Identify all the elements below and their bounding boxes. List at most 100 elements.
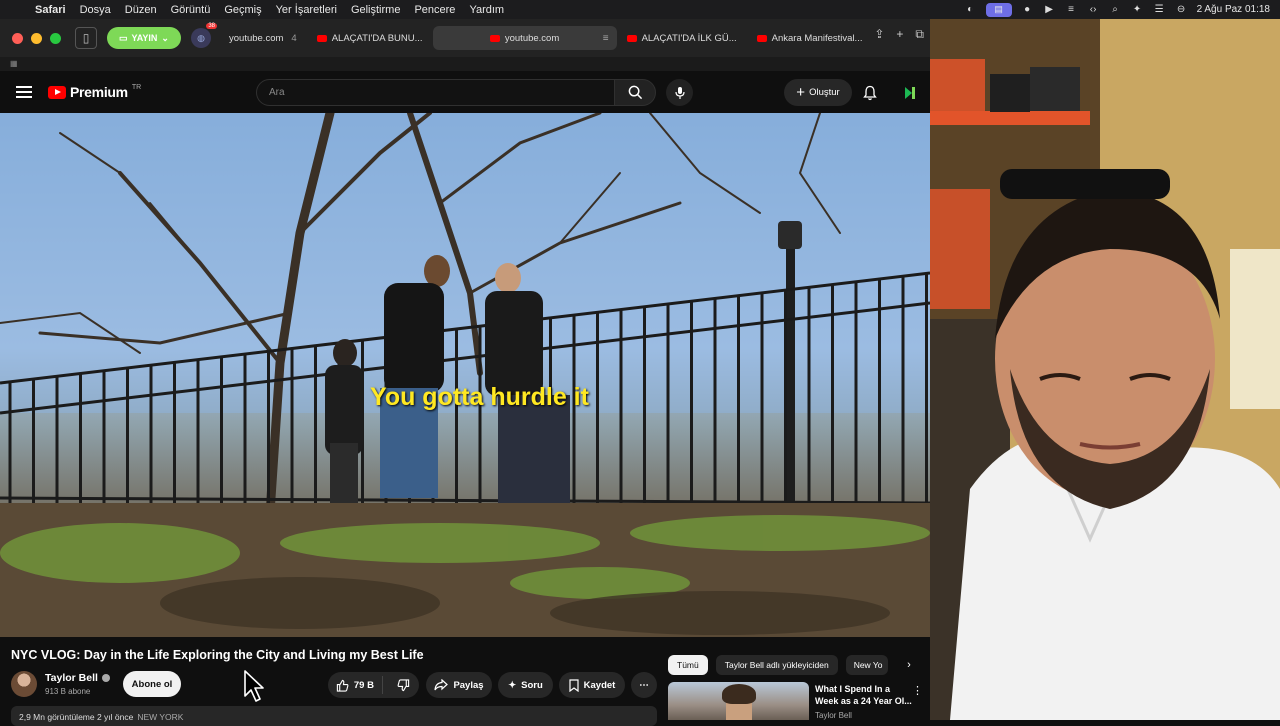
youtube-header: Premium TR Ara + Oluştur bbox=[0, 71, 930, 113]
webcam-scene bbox=[930, 19, 1280, 720]
video-caption: You gotta hurdle it bbox=[370, 383, 589, 411]
create-label: Oluştur bbox=[809, 87, 840, 98]
webcam-overlay bbox=[930, 19, 1280, 720]
recommended-more-icon[interactable]: ⋮ bbox=[912, 684, 923, 697]
search-button[interactable] bbox=[614, 79, 656, 106]
notifications-bell-icon[interactable] bbox=[862, 85, 878, 101]
extension-icon[interactable]: ◍ 38 bbox=[191, 23, 217, 48]
tab-youtube-active[interactable]: youtube.com ≡ bbox=[432, 26, 617, 50]
video-player[interactable]: You gotta hurdle it bbox=[0, 113, 930, 637]
code-icon[interactable]: ‹› bbox=[1087, 4, 1100, 15]
tab-youtube-group[interactable]: youtube.com 4 bbox=[219, 26, 307, 50]
more-actions-button[interactable]: ⋯ bbox=[631, 672, 657, 698]
menu-yer-isaretleri[interactable]: Yer İşaretleri bbox=[269, 4, 344, 16]
youtube-icon bbox=[316, 34, 327, 42]
reader-icon[interactable]: ≡ bbox=[603, 33, 609, 44]
save-label: Kaydet bbox=[583, 679, 616, 691]
menu-gecmis[interactable]: Geçmiş bbox=[217, 4, 268, 16]
youtube-icon bbox=[756, 34, 767, 42]
channel-name-text: Taylor Bell bbox=[45, 672, 98, 684]
mouse-cursor-icon bbox=[244, 670, 264, 702]
close-window-button[interactable] bbox=[12, 32, 23, 44]
search-input[interactable]: Ara bbox=[256, 79, 615, 106]
subscriber-count: 913 B abone bbox=[45, 687, 91, 696]
grid-icon[interactable]: ▦ bbox=[10, 59, 18, 68]
tab-alacati-ilk-gun[interactable]: ALAÇATI'DA İLK GÜ... bbox=[617, 26, 747, 50]
youtube-premium-logo[interactable]: Premium TR bbox=[48, 84, 141, 100]
like-button[interactable]: 79 B bbox=[328, 676, 383, 694]
sidebar-toggle-icon[interactable]: ▯ bbox=[75, 27, 97, 49]
voice-search-button[interactable] bbox=[666, 79, 693, 106]
account-avatar[interactable] bbox=[902, 85, 918, 101]
recommended-video-channel[interactable]: Taylor Bell bbox=[815, 711, 852, 720]
subscribe-button[interactable]: Abone ol bbox=[123, 671, 181, 697]
share-icon[interactable]: ⇪ bbox=[874, 27, 884, 42]
tab-label: Ankara Manifestival... bbox=[771, 32, 863, 44]
menu-duzen[interactable]: Düzen bbox=[118, 4, 164, 16]
menu-bar-status-area: ◐ ▤ ● ▶ ≡ ‹› ⌕ ✦ ☰ ⊖ 2 Ağu Paz 01:18 bbox=[964, 0, 1270, 19]
menu-app-safari[interactable]: Safari bbox=[28, 4, 73, 16]
new-tab-icon[interactable]: + bbox=[896, 27, 903, 42]
equalizer-icon[interactable]: ≡ bbox=[1065, 4, 1078, 15]
tab-label: youtube.com bbox=[229, 32, 284, 44]
share-label: Paylaş bbox=[453, 679, 484, 691]
tab-strip: youtube.com 4 ALAÇATI'DA BUNU... youtube.… bbox=[219, 24, 872, 52]
window-controls bbox=[12, 32, 61, 44]
youtube-logo-icon bbox=[48, 85, 66, 99]
channel-avatar[interactable] bbox=[11, 671, 37, 697]
camera-icon: ▭ bbox=[119, 32, 128, 43]
tab-overview-icon[interactable]: ⧉ bbox=[915, 27, 924, 42]
dislike-button[interactable] bbox=[388, 678, 419, 692]
thumbs-up-icon bbox=[336, 679, 349, 692]
search-placeholder: Ara bbox=[269, 87, 285, 98]
tab-label: youtube.com bbox=[504, 32, 560, 44]
like-count: 79 B bbox=[353, 679, 374, 691]
tab-label: ALAÇATI'DA BUNU... bbox=[331, 32, 423, 44]
create-button[interactable]: + Oluştur bbox=[784, 79, 852, 106]
video-info-section: NYC VLOG: Day in the Life Exploring the … bbox=[0, 637, 930, 726]
zoom-window-button[interactable] bbox=[50, 32, 61, 44]
menu-pencere[interactable]: Pencere bbox=[407, 4, 462, 16]
bookmark-icon bbox=[569, 678, 579, 692]
thumbs-down-icon bbox=[397, 678, 410, 691]
live-stream-label: YAYIN bbox=[131, 33, 158, 43]
chevron-right-icon[interactable]: › bbox=[902, 655, 916, 675]
menu-gelistirme[interactable]: Geliştirme bbox=[344, 4, 408, 16]
recommended-video-thumbnail[interactable] bbox=[668, 682, 809, 720]
menu-bar-clock[interactable]: 2 Ağu Paz 01:18 bbox=[1197, 4, 1270, 15]
chip-from-uploader[interactable]: Taylor Bell adlı yükleyiciden bbox=[715, 655, 838, 675]
menu-yardim[interactable]: Yardım bbox=[462, 4, 511, 16]
menu-goruntu[interactable]: Görüntü bbox=[164, 4, 218, 16]
screen-share-icon[interactable]: ◐ bbox=[964, 4, 977, 15]
more-dots-icon: ⋯ bbox=[639, 679, 649, 691]
chip-all[interactable]: Tümü bbox=[668, 655, 708, 675]
safari-toolbar: ▯ ▭ YAYIN ⌄ ◍ 38 youtube.com 4 ALAÇATI'DA … bbox=[0, 19, 930, 57]
youtube-icon bbox=[626, 34, 637, 42]
tab-alacati-bunu[interactable]: ALAÇATI'DA BUNU... bbox=[307, 26, 433, 50]
live-stream-button[interactable]: ▭ YAYIN ⌄ bbox=[107, 27, 181, 49]
spotlight-search-icon[interactable]: ⌕ bbox=[1109, 4, 1122, 15]
minimize-window-button[interactable] bbox=[31, 32, 42, 44]
play-status-icon[interactable]: ▶ bbox=[1043, 4, 1056, 15]
description-box[interactable]: 2,9 Mn görüntüleme 2 yıl önce NEW YORK bbox=[11, 706, 657, 726]
video-title: NYC VLOG: Day in the Life Exploring the … bbox=[11, 648, 424, 662]
control-center-icon[interactable]: ☰ bbox=[1153, 4, 1166, 15]
chevron-down-icon: ⌄ bbox=[161, 32, 169, 43]
menu-icon[interactable] bbox=[16, 86, 32, 98]
siri-icon[interactable]: ✦ bbox=[1131, 4, 1144, 15]
stage-manager-icon[interactable]: ▤ bbox=[985, 2, 1012, 17]
microphone-icon bbox=[674, 86, 685, 99]
ask-button[interactable]: ✦ Soru bbox=[498, 672, 553, 698]
menu-dosya[interactable]: Dosya bbox=[73, 4, 118, 16]
location-tag[interactable]: NEW YORK bbox=[137, 712, 183, 722]
chip-new-york[interactable]: New Yo bbox=[845, 655, 888, 675]
save-button[interactable]: Kaydet bbox=[559, 672, 625, 698]
focus-icon[interactable]: ⊖ bbox=[1175, 4, 1188, 15]
logo-region: TR bbox=[131, 83, 142, 91]
tab-ankara-manifestival[interactable]: Ankara Manifestival... bbox=[747, 26, 873, 50]
recommended-video-title[interactable]: What I Spend In a Week as a 24 Year Ol..… bbox=[815, 683, 915, 707]
search-icon bbox=[628, 85, 642, 100]
microphone-status-icon[interactable]: ● bbox=[1021, 4, 1034, 15]
channel-name[interactable]: Taylor Bell bbox=[45, 672, 110, 684]
share-button[interactable]: Paylaş bbox=[426, 672, 492, 698]
